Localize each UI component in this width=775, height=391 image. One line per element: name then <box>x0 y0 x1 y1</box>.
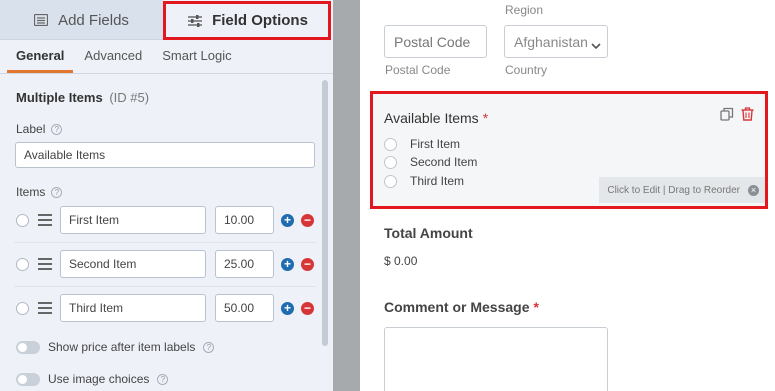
close-icon[interactable]: × <box>748 184 759 196</box>
subtab-smart-logic[interactable]: Smart Logic <box>162 44 231 73</box>
options-subtabs: General Advanced Smart Logic <box>7 44 252 73</box>
items-heading-text: Items <box>16 185 46 199</box>
country-select[interactable]: Afghanistan <box>504 25 608 58</box>
field-id: (ID #5) <box>109 90 150 105</box>
item-name-input[interactable]: Second Item <box>60 250 206 278</box>
postal-code-input[interactable]: Postal Code <box>384 25 487 58</box>
image-choices-label: Use image choices <box>48 372 150 386</box>
tab-field-options-label: Field Options <box>212 12 308 29</box>
show-price-toggle[interactable] <box>16 340 40 354</box>
comment-title-text: Comment or Message <box>384 299 530 315</box>
item-price-input[interactable]: 10.00 <box>215 206 274 234</box>
choice-item[interactable]: Third Item <box>384 174 464 188</box>
required-mark: * <box>533 299 539 315</box>
subtab-general[interactable]: General <box>7 44 74 73</box>
panel-tabs: Add Fields Field Options <box>0 0 333 41</box>
drag-handle-icon[interactable] <box>38 214 52 229</box>
remove-circle-icon[interactable]: − <box>301 214 314 227</box>
image-choices-toggle[interactable] <box>16 372 40 386</box>
trash-icon[interactable] <box>741 107 754 124</box>
edit-reorder-hint-text: Click to Edit | Drag to Reorder <box>607 184 740 196</box>
region-sublabel: Region <box>505 3 544 17</box>
country-sublabel: Country <box>505 63 548 77</box>
comment-textarea[interactable] <box>384 327 608 391</box>
item-row: First Item 10.00 + − <box>14 199 316 243</box>
tab-add-fields[interactable]: Add Fields <box>0 0 163 40</box>
drag-handle-icon[interactable] <box>38 258 52 273</box>
choice-label: First Item <box>410 137 460 151</box>
label-heading-text: Label <box>16 122 46 136</box>
add-circle-icon[interactable]: + <box>281 258 294 271</box>
field-type-title: Multiple Items (ID #5) <box>16 90 149 105</box>
remove-circle-icon[interactable]: − <box>301 302 314 315</box>
add-circle-icon[interactable]: + <box>281 302 294 315</box>
help-icon[interactable]: ? <box>51 186 63 198</box>
form-preview: Region Postal Code Postal Code Afghanist… <box>360 0 775 391</box>
subtab-advanced[interactable]: Advanced <box>84 44 142 73</box>
item-row: Third Item 50.00 + − <box>14 287 316 331</box>
postal-code-sublabel: Postal Code <box>385 63 451 77</box>
list-icon <box>34 14 49 26</box>
country-select-value: Afghanistan <box>514 33 588 50</box>
item-name-input[interactable]: Third Item <box>60 294 206 322</box>
field-options-panel: Add Fields Field Options General Advance… <box>0 0 333 391</box>
panel-scrollbar[interactable] <box>322 80 328 346</box>
choice-label: Third Item <box>410 174 465 188</box>
field-type-name: Multiple Items <box>16 90 103 105</box>
choice-item[interactable]: Second Item <box>384 155 477 169</box>
available-items-title: Available Items * <box>384 110 488 126</box>
show-price-toggle-row: Show price after item labels ? <box>16 340 215 354</box>
item-row: Second Item 25.00 + − <box>14 243 316 287</box>
edit-reorder-hint: Click to Edit | Drag to Reorder × <box>599 177 767 203</box>
tab-field-options[interactable]: Field Options <box>163 0 333 41</box>
drag-handle-icon[interactable] <box>38 302 52 317</box>
choice-radio[interactable] <box>384 174 397 188</box>
total-amount-title: Total Amount <box>384 225 473 241</box>
help-icon[interactable]: ? <box>157 373 169 385</box>
show-price-label: Show price after item labels <box>48 340 196 354</box>
item-name-input[interactable]: First Item <box>60 206 206 234</box>
choice-radio[interactable] <box>384 155 397 169</box>
default-radio[interactable] <box>16 258 29 271</box>
available-items-field[interactable]: Available Items * First Item Second Item … <box>370 91 767 209</box>
choice-item[interactable]: First Item <box>384 137 460 151</box>
subtabs-divider <box>0 73 333 74</box>
chevron-down-icon <box>591 37 601 53</box>
help-icon[interactable]: ? <box>51 123 63 135</box>
label-input[interactable]: Available Items <box>15 142 315 168</box>
items-heading: Items ? <box>16 185 63 199</box>
label-heading: Label ? <box>16 122 63 136</box>
panel-divider <box>333 0 360 391</box>
help-icon[interactable]: ? <box>203 341 215 353</box>
image-choices-toggle-row: Use image choices ? <box>16 372 169 386</box>
sliders-icon <box>188 14 203 27</box>
default-radio[interactable] <box>16 214 29 227</box>
comment-title: Comment or Message * <box>384 299 539 315</box>
required-mark: * <box>482 110 489 126</box>
choice-label: Second Item <box>410 155 478 169</box>
duplicate-icon[interactable] <box>720 107 734 124</box>
item-price-input[interactable]: 25.00 <box>215 250 274 278</box>
tab-add-fields-label: Add Fields <box>58 11 129 29</box>
item-price-input[interactable]: 50.00 <box>215 294 274 322</box>
total-amount-value: $ 0.00 <box>384 254 418 268</box>
remove-circle-icon[interactable]: − <box>301 258 314 271</box>
add-circle-icon[interactable]: + <box>281 214 294 227</box>
choice-radio[interactable] <box>384 137 397 151</box>
available-items-title-text: Available Items <box>384 110 479 126</box>
default-radio[interactable] <box>16 302 29 315</box>
